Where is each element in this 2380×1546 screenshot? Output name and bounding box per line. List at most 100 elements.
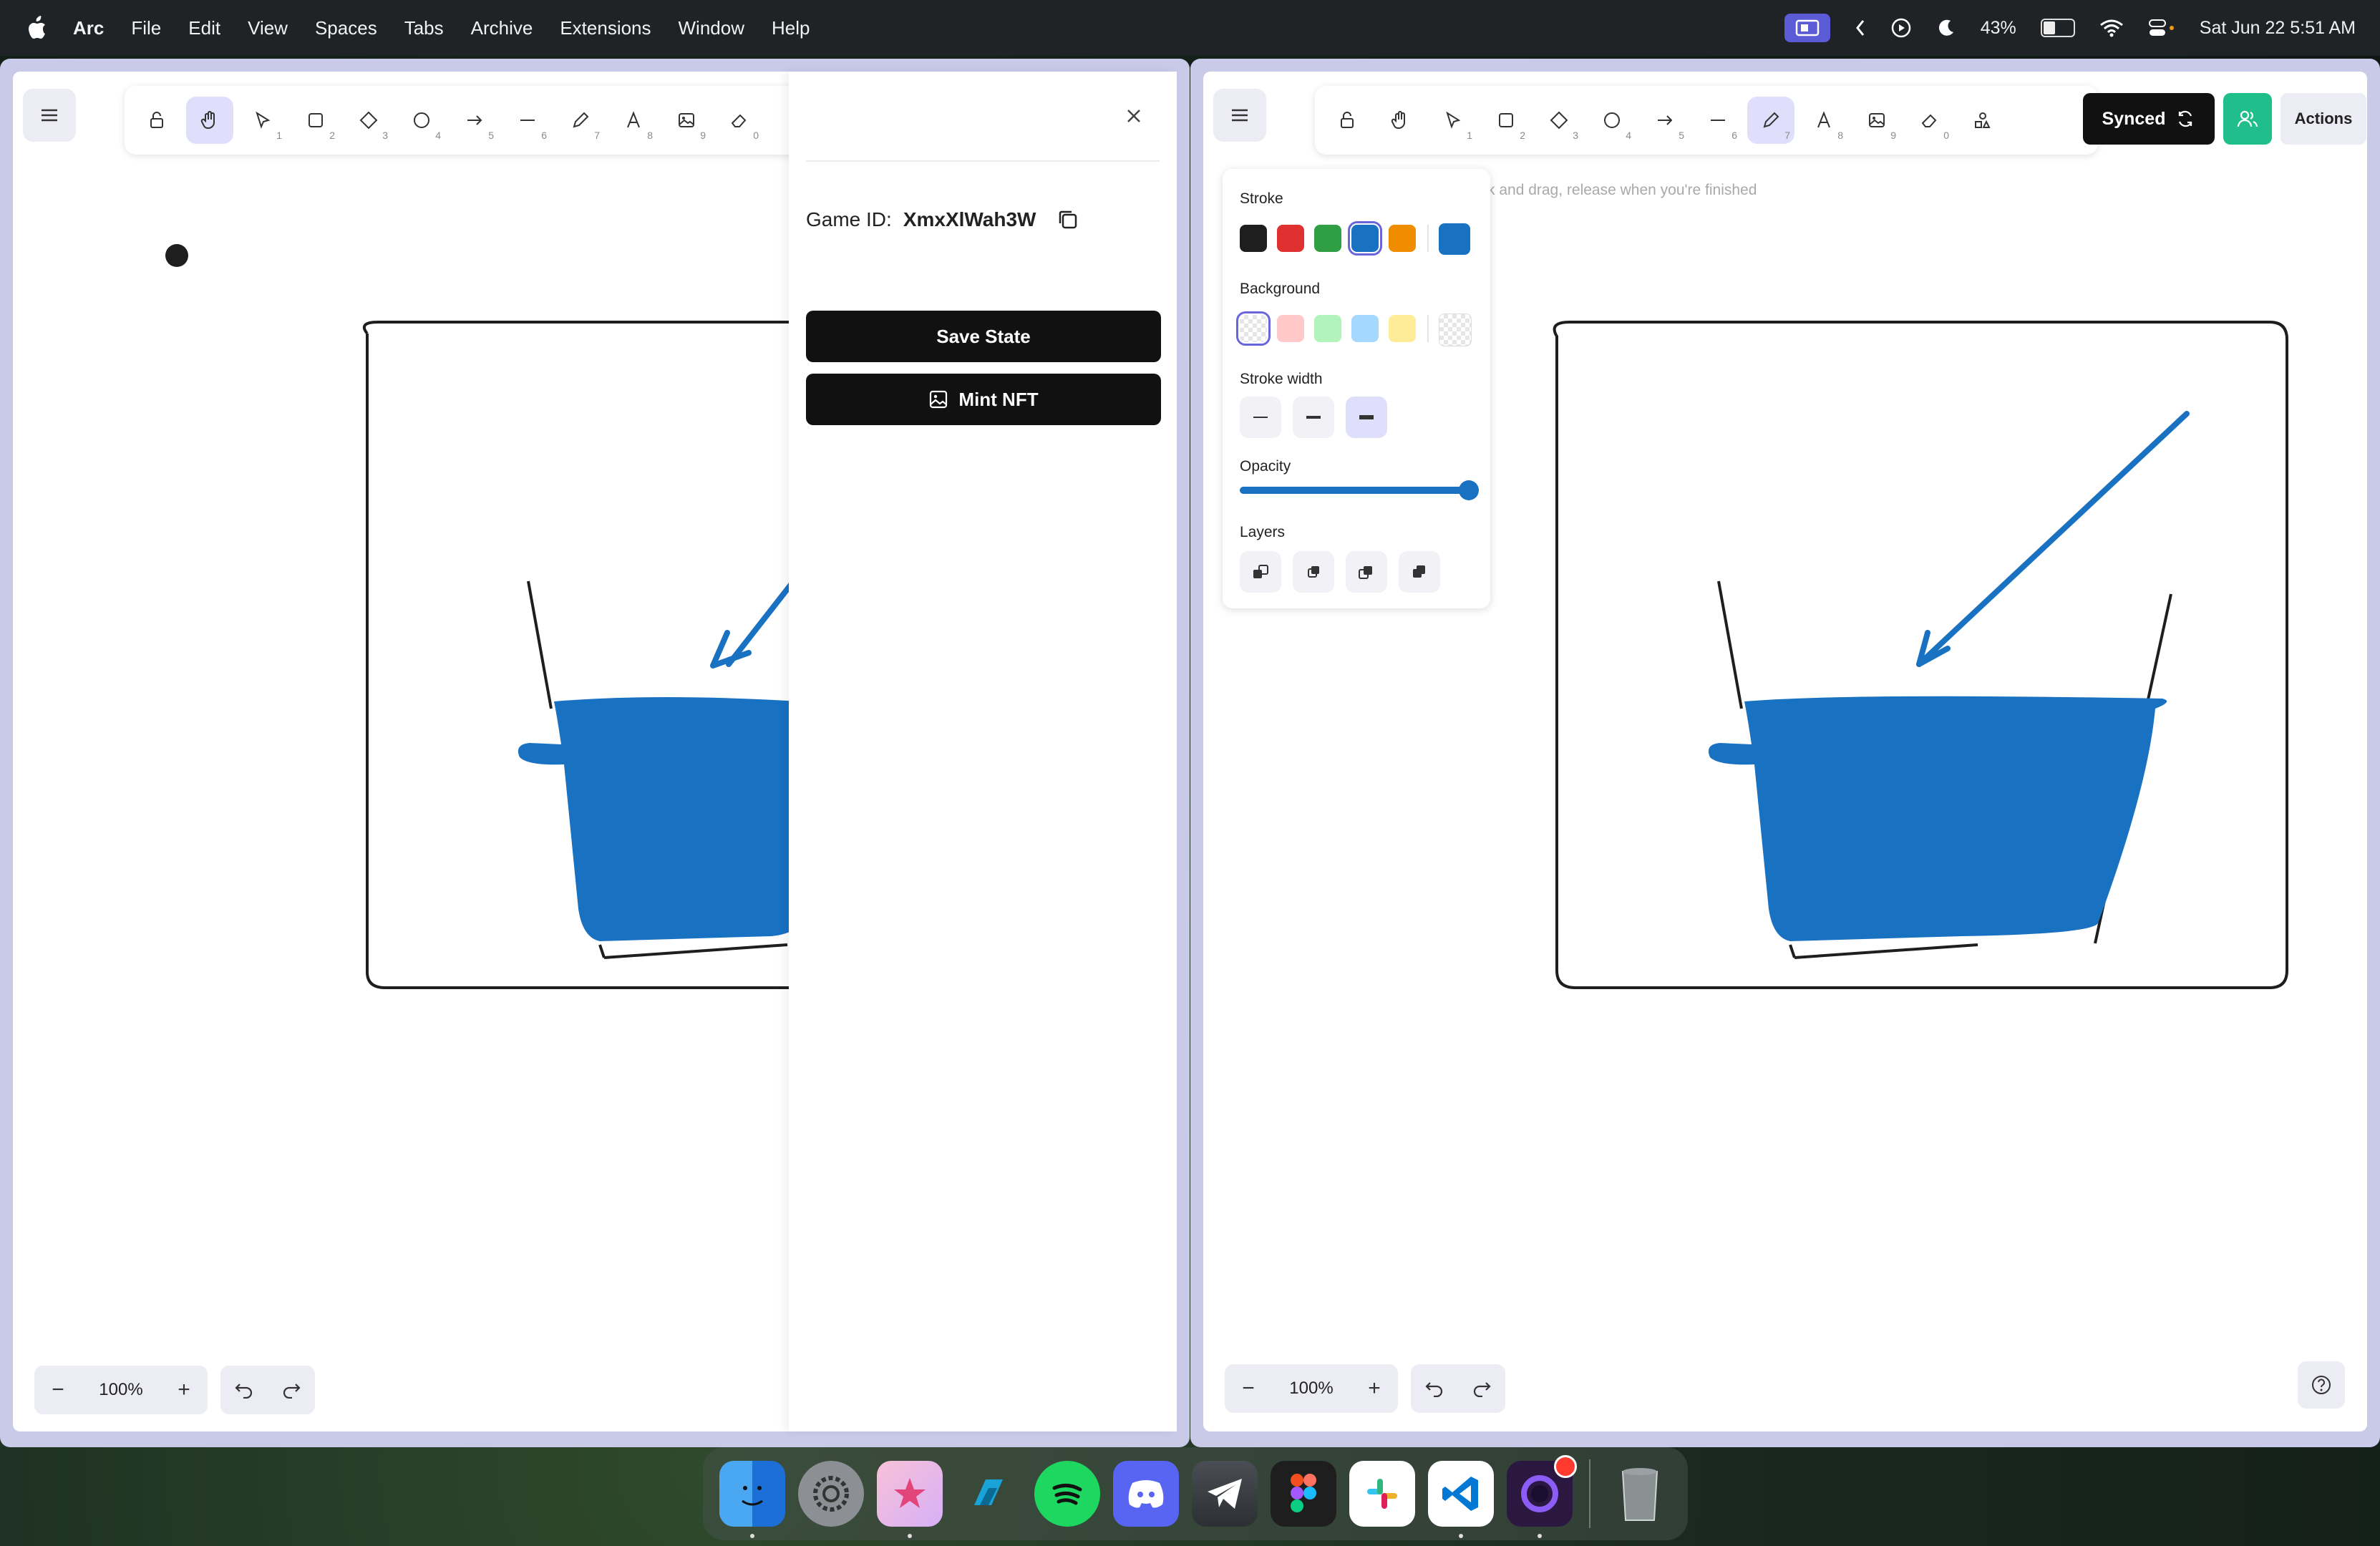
tool-rectangle[interactable]: 2 [1482, 97, 1530, 144]
tool-line[interactable]: 6 [504, 97, 551, 144]
tool-rectangle[interactable]: 2 [292, 97, 339, 144]
dock-spotify[interactable] [1034, 1461, 1100, 1527]
dock-finder[interactable] [719, 1461, 785, 1538]
tool-line[interactable]: 6 [1694, 97, 1742, 144]
main-menu-button[interactable] [23, 89, 76, 142]
redo-icon[interactable] [281, 1381, 301, 1399]
dock-telegram[interactable] [1192, 1461, 1258, 1527]
redo-icon[interactable] [1472, 1380, 1492, 1397]
menu-tabs[interactable]: Tabs [404, 17, 444, 39]
stroke-color-blue[interactable] [1348, 221, 1382, 256]
moon-icon[interactable] [1936, 18, 1956, 38]
menu-spaces[interactable]: Spaces [315, 17, 377, 39]
dock-trash[interactable] [1607, 1461, 1673, 1527]
menu-app-name[interactable]: Arc [73, 17, 104, 39]
tool-image[interactable]: 9 [663, 97, 710, 144]
menu-file[interactable]: File [131, 17, 161, 39]
tool-ellipse[interactable]: 4 [398, 97, 445, 144]
apple-icon[interactable] [26, 16, 47, 40]
tool-lock[interactable] [1323, 97, 1371, 144]
tool-eraser[interactable]: 0 [716, 97, 763, 144]
stroke-width-thin[interactable] [1240, 397, 1281, 438]
synced-button[interactable]: Synced [2083, 93, 2215, 145]
chevron-left-icon[interactable] [1855, 19, 1866, 37]
menu-window[interactable]: Window [679, 17, 744, 39]
tool-extra-shapes[interactable] [1959, 97, 2006, 144]
undo-icon[interactable] [234, 1381, 254, 1399]
dock-arc[interactable] [1507, 1455, 1577, 1538]
tool-lock[interactable] [133, 97, 180, 144]
menu-archive[interactable]: Archive [471, 17, 533, 39]
tool-arrow[interactable]: 5 [451, 97, 498, 144]
zoom-in-button[interactable]: + [1351, 1364, 1398, 1413]
tool-draw[interactable]: 7 [1747, 97, 1794, 144]
tool-hand[interactable] [186, 97, 233, 144]
tool-image[interactable]: 9 [1853, 97, 1900, 144]
tool-eraser[interactable]: 0 [1906, 97, 1953, 144]
send-to-back-button[interactable] [1240, 551, 1281, 593]
play-circle-icon[interactable] [1890, 17, 1912, 39]
opacity-slider-knob[interactable] [1459, 480, 1479, 500]
bring-to-front-button[interactable] [1399, 551, 1440, 593]
stroke-color-current[interactable] [1439, 223, 1470, 255]
tool-text[interactable]: 8 [1800, 97, 1847, 144]
background-color-current[interactable] [1439, 313, 1472, 346]
tool-hand[interactable] [1376, 97, 1424, 144]
dock-vscode[interactable] [1428, 1461, 1494, 1538]
menu-view[interactable]: View [248, 17, 288, 39]
close-icon[interactable] [1119, 102, 1148, 130]
stroke-color-red[interactable] [1277, 225, 1304, 252]
zoom-out-button[interactable]: − [1225, 1364, 1272, 1413]
mint-nft-button[interactable]: Mint NFT [806, 374, 1161, 425]
send-backward-button[interactable] [1293, 551, 1334, 593]
stroke-width-extra-bold[interactable] [1346, 397, 1387, 438]
history-controls-right [1411, 1364, 1505, 1413]
zoom-level[interactable]: 100% [82, 1380, 160, 1400]
menu-help[interactable]: Help [772, 17, 810, 39]
dock-slack[interactable] [1349, 1461, 1415, 1527]
stage-manager-icon[interactable] [1784, 14, 1830, 42]
actions-button[interactable]: Actions [2281, 93, 2366, 145]
copy-icon[interactable] [1056, 208, 1080, 232]
help-button[interactable] [2298, 1361, 2345, 1409]
menu-edit[interactable]: Edit [188, 17, 220, 39]
background-color-transparent[interactable] [1236, 311, 1271, 346]
dock-system-settings[interactable] [798, 1461, 864, 1527]
zoom-out-button[interactable]: − [34, 1366, 82, 1414]
save-state-button[interactable]: Save State [806, 311, 1161, 362]
stroke-width-bold[interactable] [1293, 397, 1334, 438]
dock-mindmap-app[interactable] [877, 1461, 943, 1538]
control-center-icon[interactable] [2148, 19, 2175, 37]
tool-draw[interactable]: 7 [557, 97, 604, 144]
bring-forward-button[interactable] [1346, 551, 1387, 593]
collaborate-button[interactable] [2223, 93, 2272, 145]
tool-selection[interactable]: 1 [239, 97, 286, 144]
stroke-color-black[interactable] [1240, 225, 1267, 252]
menu-datetime[interactable]: Sat Jun 22 5:51 AM [2200, 18, 2356, 39]
tool-diamond[interactable]: 3 [345, 97, 392, 144]
zoom-level[interactable]: 100% [1272, 1379, 1351, 1399]
stroke-color-orange[interactable] [1389, 225, 1416, 252]
stroke-color-green[interactable] [1314, 225, 1341, 252]
tool-diamond[interactable]: 3 [1535, 97, 1583, 144]
dock-clipboard-app[interactable] [956, 1461, 1021, 1527]
pencil-icon [1763, 112, 1779, 128]
zoom-in-button[interactable]: + [160, 1366, 208, 1414]
tool-text[interactable]: 8 [610, 97, 657, 144]
tool-arrow[interactable]: 5 [1641, 97, 1689, 144]
background-color-pink[interactable] [1277, 315, 1304, 342]
battery-icon[interactable] [2040, 19, 2075, 37]
background-color-yellow[interactable] [1389, 315, 1416, 342]
rectangle-icon [309, 113, 323, 127]
dock-discord[interactable] [1113, 1461, 1179, 1527]
tool-ellipse[interactable]: 4 [1588, 97, 1636, 144]
dock-figma[interactable] [1271, 1461, 1336, 1527]
tool-selection[interactable]: 1 [1429, 97, 1477, 144]
main-menu-button[interactable] [1213, 89, 1266, 142]
wifi-icon[interactable] [2099, 19, 2124, 37]
menu-extensions[interactable]: Extensions [560, 17, 651, 39]
background-color-green[interactable] [1314, 315, 1341, 342]
background-color-blue[interactable] [1351, 315, 1379, 342]
undo-icon[interactable] [1424, 1380, 1444, 1397]
opacity-slider[interactable] [1240, 480, 1479, 500]
